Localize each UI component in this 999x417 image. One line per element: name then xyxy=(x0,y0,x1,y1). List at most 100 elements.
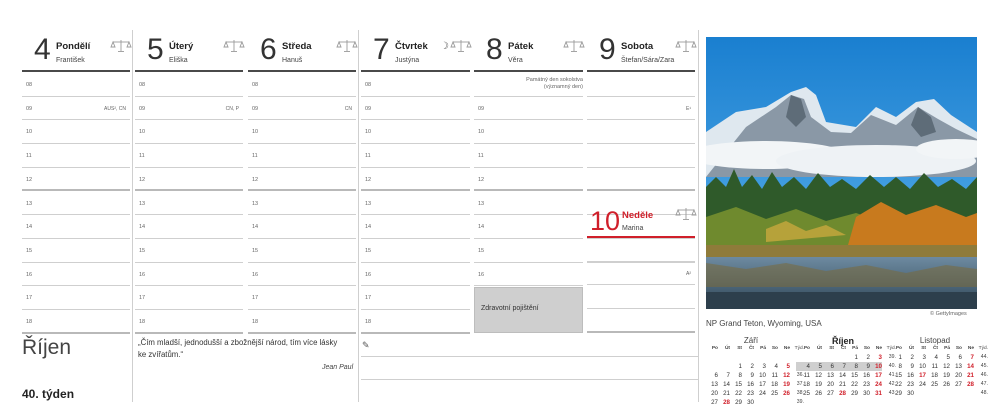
calendar-day[interactable]: 7 xyxy=(962,353,974,362)
calendar-day[interactable]: 14 xyxy=(834,371,846,380)
calendar-day[interactable]: 2 xyxy=(902,353,914,362)
hour-slot[interactable]: 15 xyxy=(474,239,583,263)
hour-slot[interactable] xyxy=(587,120,695,145)
hour-slot[interactable]: 16 xyxy=(248,263,356,287)
hour-slot[interactable]: 10 xyxy=(22,120,130,145)
hour-slot[interactable]: E¹ xyxy=(587,97,695,121)
calendar-day[interactable]: 22 xyxy=(846,380,858,389)
hour-slot[interactable]: 17 xyxy=(135,286,243,310)
calendar-day[interactable]: 19 xyxy=(778,380,790,389)
calendar-day[interactable]: 28 xyxy=(962,380,974,389)
calendar-day[interactable]: 9 xyxy=(858,362,870,371)
calendar-day[interactable]: 12 xyxy=(810,371,822,380)
calendar-day[interactable]: 25 xyxy=(798,389,810,398)
calendar-day[interactable]: 18 xyxy=(798,380,810,389)
calendar-day[interactable]: 1 xyxy=(730,362,742,371)
hour-slot[interactable]: 10 xyxy=(248,120,356,145)
hour-slot[interactable]: 10 xyxy=(474,120,583,145)
calendar-day[interactable]: 4 xyxy=(766,362,778,371)
calendar-day[interactable]: 30 xyxy=(858,389,870,398)
calendar-day[interactable]: 5 xyxy=(810,362,822,371)
calendar-day[interactable]: 21 xyxy=(834,380,846,389)
calendar-day[interactable]: 18 xyxy=(926,371,938,380)
hour-slot[interactable]: 10 xyxy=(361,120,470,145)
hour-slot[interactable]: 14 xyxy=(22,215,130,239)
hour-slot[interactable]: 14 xyxy=(361,215,470,239)
hour-slot[interactable]: 16 xyxy=(22,263,130,287)
calendar-day[interactable]: 5 xyxy=(778,362,790,371)
calendar-day[interactable]: 29 xyxy=(730,398,742,407)
hour-slot[interactable] xyxy=(587,168,695,192)
calendar-day[interactable]: 5 xyxy=(938,353,950,362)
calendar-day[interactable]: 9 xyxy=(902,362,914,371)
calendar-day[interactable]: 16 xyxy=(902,371,914,380)
hour-slot[interactable]: 09 xyxy=(474,97,583,121)
hour-slot[interactable]: 17 xyxy=(361,286,470,310)
hour-slot[interactable]: 15 xyxy=(22,239,130,263)
calendar-day[interactable]: 22 xyxy=(890,380,902,389)
hour-slot[interactable]: 12 xyxy=(474,168,583,192)
calendar-day[interactable]: 17 xyxy=(870,371,882,380)
hour-slot[interactable]: 12 xyxy=(135,168,243,192)
calendar-day[interactable]: 25 xyxy=(766,389,778,398)
calendar-day[interactable]: 3 xyxy=(754,362,766,371)
calendar-day[interactable]: 27 xyxy=(950,380,962,389)
hour-slot[interactable]: 09 CN, P xyxy=(135,97,243,121)
hour-slot[interactable]: 09 AUS², CN xyxy=(22,97,130,121)
calendar-day[interactable]: 11 xyxy=(766,371,778,380)
hour-slot[interactable]: 16 xyxy=(361,263,470,287)
calendar-day[interactable]: 6 xyxy=(822,362,834,371)
hour-slot[interactable]: 10 xyxy=(135,120,243,145)
calendar-day[interactable]: 4 xyxy=(926,353,938,362)
calendar-day[interactable]: 24 xyxy=(754,389,766,398)
calendar-day[interactable]: 24 xyxy=(914,380,926,389)
calendar-day[interactable]: 8 xyxy=(730,371,742,380)
calendar-day[interactable]: 28 xyxy=(718,398,730,407)
calendar-day[interactable]: 11 xyxy=(798,371,810,380)
calendar-day[interactable]: 10 xyxy=(870,362,882,371)
hour-slot[interactable]: 12 xyxy=(248,168,356,192)
calendar-day[interactable]: 23 xyxy=(742,389,754,398)
hour-slot[interactable]: 13 xyxy=(22,192,130,216)
calendar-day[interactable]: 6 xyxy=(950,353,962,362)
hour-slot[interactable]: 13 xyxy=(135,192,243,216)
hour-slot[interactable]: 11 xyxy=(474,144,583,168)
hour-slot[interactable] xyxy=(587,309,695,333)
calendar-day[interactable]: 1 xyxy=(846,353,858,362)
hour-slot[interactable]: 11 xyxy=(22,144,130,168)
calendar-day[interactable]: 16 xyxy=(742,380,754,389)
hour-slot[interactable]: 15 xyxy=(135,239,243,263)
hour-slot[interactable]: 15 xyxy=(248,239,356,263)
calendar-day[interactable]: 2 xyxy=(742,362,754,371)
calendar-day[interactable]: 9 xyxy=(742,371,754,380)
calendar-day[interactable]: 21 xyxy=(962,371,974,380)
hour-slot[interactable] xyxy=(587,144,695,168)
calendar-day[interactable]: 27 xyxy=(706,398,718,407)
calendar-day[interactable]: 12 xyxy=(938,362,950,371)
calendar-day[interactable]: 26 xyxy=(778,389,790,398)
calendar-day[interactable]: 27 xyxy=(822,389,834,398)
hour-slot[interactable]: 11 xyxy=(248,144,356,168)
calendar-day[interactable]: 10 xyxy=(754,371,766,380)
hour-slot[interactable]: 17 xyxy=(248,286,356,310)
calendar-day[interactable]: 13 xyxy=(706,380,718,389)
hour-slot[interactable]: 16 xyxy=(135,263,243,287)
hour-slot[interactable]: 17 xyxy=(22,286,130,310)
calendar-day[interactable]: 3 xyxy=(870,353,882,362)
hour-slot[interactable]: 08 xyxy=(248,73,356,97)
hour-slot[interactable]: 13 xyxy=(248,192,356,216)
calendar-day[interactable]: 22 xyxy=(730,389,742,398)
calendar-day[interactable]: 2 xyxy=(858,353,870,362)
hour-slot[interactable] xyxy=(587,238,695,262)
calendar-day[interactable]: 1 xyxy=(890,353,902,362)
calendar-day[interactable]: 6 xyxy=(706,371,718,380)
calendar-day[interactable]: 17 xyxy=(754,380,766,389)
hour-slot[interactable]: 09 xyxy=(361,97,470,121)
calendar-day[interactable]: 14 xyxy=(962,362,974,371)
hour-slot[interactable]: 08 xyxy=(361,73,470,97)
calendar-day[interactable]: 24 xyxy=(870,380,882,389)
calendar-day[interactable]: 21 xyxy=(718,389,730,398)
hour-slot[interactable]: 18 xyxy=(135,310,243,334)
calendar-day[interactable]: 19 xyxy=(938,371,950,380)
hour-slot[interactable]: 08 xyxy=(22,73,130,97)
